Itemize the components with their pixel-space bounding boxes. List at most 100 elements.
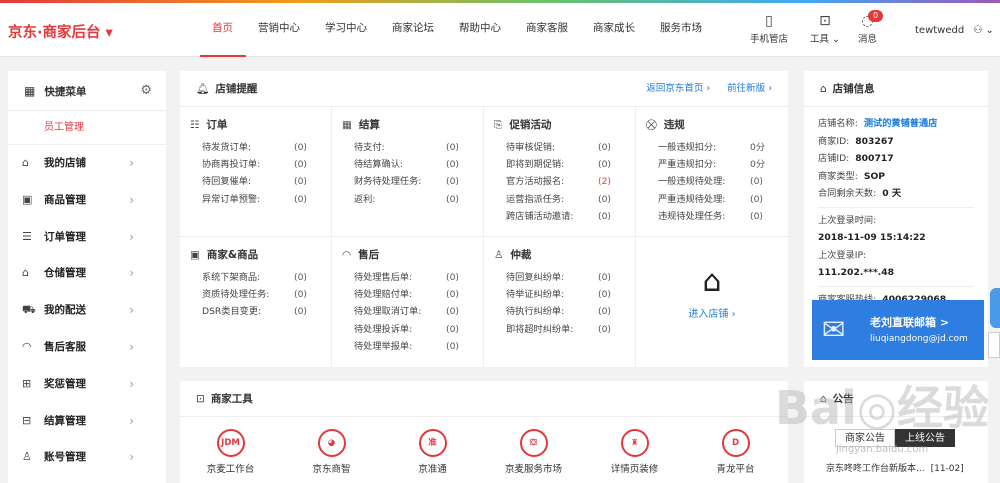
headset-icon: ◠ — [22, 339, 32, 353]
watermark-url: jingyan.baidu.com — [836, 444, 929, 455]
tool-page-decor[interactable]: ♜ 详情页装修 — [584, 421, 685, 475]
reminder-row[interactable]: 一般违规扣分: 0分 — [636, 139, 788, 156]
reminder-section-arbitration: ♙ 仲裁 待回复纠纷单: (0) 待举证纠纷单: (0) 待执行纠纷单: (0) 即将超… — [484, 237, 636, 367]
reminder-row[interactable]: 跨店铺活动邀请: (0) — [484, 208, 635, 225]
brand-logo[interactable]: 京东·商家后台 ▾ — [8, 21, 113, 42]
reminder-row[interactable]: 待回复催单: (0) — [180, 173, 331, 190]
tool-zhuntong[interactable]: 准京准通 — [382, 421, 483, 475]
reminder-row[interactable]: 返利: (0) — [332, 191, 483, 208]
reminder-row[interactable]: 即将超时纠纷单: (0) — [484, 321, 635, 338]
sidebar-item-reward[interactable]: ⊞ 奖惩管理 › — [8, 366, 166, 403]
direct-email-banner[interactable]: ✉ 老刘直联邮箱 > liuqiangdong@jd.com — [812, 300, 984, 360]
reminder-row[interactable]: 待处理取消订单: (0) — [332, 303, 483, 320]
reminder-row[interactable]: 运营指派任务: (0) — [484, 191, 635, 208]
merchant-goods-icon: ▣ — [190, 249, 200, 261]
reminder-row[interactable]: 严重违规待处理: (0) — [636, 191, 788, 208]
sidebar-item-delivery[interactable]: ⛟ 我的配送 › — [8, 292, 166, 329]
nav-help[interactable]: 帮助中心 — [447, 3, 514, 57]
reminder-row[interactable]: 异常订单预警: (0) — [180, 191, 331, 208]
tool-jd-smart[interactable]: ◕ 京东商智 — [281, 421, 382, 475]
qinglong-icon: D — [721, 429, 750, 457]
merchant-tools-header: ⊡ 商家工具 — [180, 381, 788, 417]
reminder-row[interactable]: 一般违规待处理: (0) — [636, 173, 788, 190]
reminder-row[interactable]: 待处理举报单: (0) — [332, 338, 483, 355]
new-version-link[interactable]: 前往新版 › — [727, 83, 772, 94]
reminder-row[interactable]: 严重违规扣分: 0分 — [636, 156, 788, 173]
main-nav: 首页 营销中心 学习中心 商家论坛 帮助中心 商家客服 商家成长 服务市场 — [200, 3, 715, 57]
sidebar-item-account[interactable]: ♙ 账号管理 › — [8, 439, 166, 476]
floating-side-button[interactable] — [988, 332, 1000, 358]
sidebar-item-my-store[interactable]: ⌂ 我的店铺 › — [8, 145, 166, 182]
reminder-row[interactable]: 违规待处理任务: (0) — [636, 208, 788, 225]
chevron-right-icon: › — [129, 192, 134, 207]
reminder-section-merchant-goods: ▣ 商家&商品 系统下架商品: (0) 资质待处理任务: (0) DSR类目变更: (0… — [180, 237, 332, 367]
zhuntong-icon: 准 — [418, 429, 447, 457]
tool-service-market[interactable]: ⛋ 京麦服务市场 — [483, 421, 584, 475]
nav-marketing[interactable]: 营销中心 — [246, 3, 313, 57]
reminder-row[interactable]: 待支付: (0) — [332, 139, 483, 156]
sidebar-item-orders[interactable]: ☰ 订单管理 › — [8, 219, 166, 256]
reminder-row[interactable]: 资质待处理任务: (0) — [180, 286, 331, 303]
enter-store-link[interactable]: 进入店铺 › — [637, 305, 787, 320]
reminder-section-orders: ☷ 订单 待发货订单: (0) 协商再投订单: (0) 待回复催单: (0) 异常订单预… — [180, 107, 332, 237]
nav-learning[interactable]: 学习中心 — [313, 3, 380, 57]
reminder-row[interactable]: 官方活动报名: (2) — [484, 173, 635, 190]
chevron-right-icon: › — [129, 303, 134, 318]
reminder-section-after-sale: ◠ 售后 待处理售后单: (0) 待处理赔付单: (0) 待处理取消订单: (0) 待处… — [332, 237, 484, 367]
reminder-row[interactable]: 待回复纠纷单: (0) — [484, 269, 635, 286]
reminder-row[interactable]: DSR类目变更: (0) — [180, 303, 331, 320]
tool-qinglong[interactable]: D 青龙平台 — [685, 421, 786, 475]
back-to-jd-home-link[interactable]: 返回京东首页 › — [646, 83, 710, 94]
reminder-row[interactable]: 待处理赔付单: (0) — [332, 286, 483, 303]
tool-jdm-workbench[interactable]: JDM 京麦工作台 — [180, 421, 281, 475]
baidu-watermark-logo: Bai◎经验 — [775, 381, 990, 435]
reminder-row[interactable]: 协商再投订单: (0) — [180, 156, 331, 173]
reminder-row[interactable]: 待处理投诉单: (0) — [332, 321, 483, 338]
toolbox-icon: ⊡ — [819, 13, 831, 29]
reminder-row[interactable]: 待处理售后单: (0) — [332, 269, 483, 286]
sidebar-item-goods[interactable]: ▣ 商品管理 › — [8, 182, 166, 219]
nav-home[interactable]: 首页 — [200, 3, 246, 57]
sidebar-item-after-sale[interactable]: ◠ 售后客服 › — [8, 329, 166, 366]
reminder-row[interactable]: 待结算确认: (0) — [332, 156, 483, 173]
nav-forum[interactable]: 商家论坛 — [380, 3, 447, 57]
grid-icon: ▦ — [24, 84, 36, 98]
reminder-row[interactable]: 待举证纠纷单: (0) — [484, 286, 635, 303]
nav-service-market[interactable]: 服务市场 — [648, 3, 715, 57]
announcement-item[interactable]: 京东咚咚工作台新版本... [11-02] — [826, 461, 964, 474]
chevron-right-icon: › — [129, 339, 134, 354]
sidebar-item-settlement[interactable]: ⊟ 结算管理 › — [8, 403, 166, 440]
tools-button[interactable]: ⊡ 工具 ⌄ — [810, 13, 840, 45]
store-name-link[interactable]: 测试的黄铺普通店 — [864, 118, 938, 129]
settings-gear-icon[interactable]: ⚙ — [140, 71, 152, 111]
quick-menu-sidebar: ▦ 快捷菜单 ⚙ 员工管理 ⌂ 我的店铺 › ▣ 商品管理 › ☰ 订单管理 › ⌂ 仓储管理 ›… — [8, 71, 166, 483]
sidebar-item-warehouse[interactable]: ⌂ 仓储管理 › — [8, 255, 166, 292]
reminder-section-violations: ⛒ 违规 一般违规扣分: 0分 严重违规扣分: 0分 一般违规待处理: (0) 严重违规… — [636, 107, 788, 237]
jd-smart-icon: ◕ — [317, 429, 346, 457]
reminder-row[interactable]: 系统下架商品: (0) — [180, 269, 331, 286]
chevron-right-icon: › — [129, 266, 134, 281]
store-icon: ⌂ — [820, 83, 827, 95]
nav-customer-service[interactable]: 商家客服 — [514, 3, 581, 57]
user-menu[interactable]: tewtwedd ⚇ ⌄ — [915, 25, 994, 36]
account-icon: ♙ — [22, 450, 32, 464]
enter-store-block[interactable]: ⌂ 进入店铺 › — [637, 244, 787, 320]
floating-assistant[interactable] — [990, 288, 1000, 328]
reminder-row[interactable]: 即将到期促销: (0) — [484, 156, 635, 173]
violation-icon: ⛒ — [646, 119, 657, 131]
sidebar-item-staff[interactable]: 员工管理 — [8, 111, 166, 145]
quick-menu-header: ▦ 快捷菜单 ⚙ — [8, 71, 166, 111]
service-market-icon: ⛋ — [519, 429, 548, 457]
reminder-row[interactable]: 财务待处理任务: (0) — [332, 173, 483, 190]
chevron-right-icon: › — [129, 156, 134, 170]
store-info-header: ⌂ 店铺信息 — [804, 71, 988, 107]
reminder-row[interactable]: 待审核促销: (0) — [484, 139, 635, 156]
mobile-shop-button[interactable]: ▯ 手机管店 — [750, 13, 788, 45]
order-list-icon: ☷ — [190, 119, 200, 131]
nav-growth[interactable]: 商家成长 — [581, 3, 648, 57]
phone-icon: ▯ — [765, 13, 773, 29]
chevron-right-icon: › — [129, 376, 134, 391]
reminder-row[interactable]: 待执行纠纷单: (0) — [484, 303, 635, 320]
page-decor-icon: ♜ — [620, 429, 649, 457]
reminder-row[interactable]: 待发货订单: (0) — [180, 139, 331, 156]
